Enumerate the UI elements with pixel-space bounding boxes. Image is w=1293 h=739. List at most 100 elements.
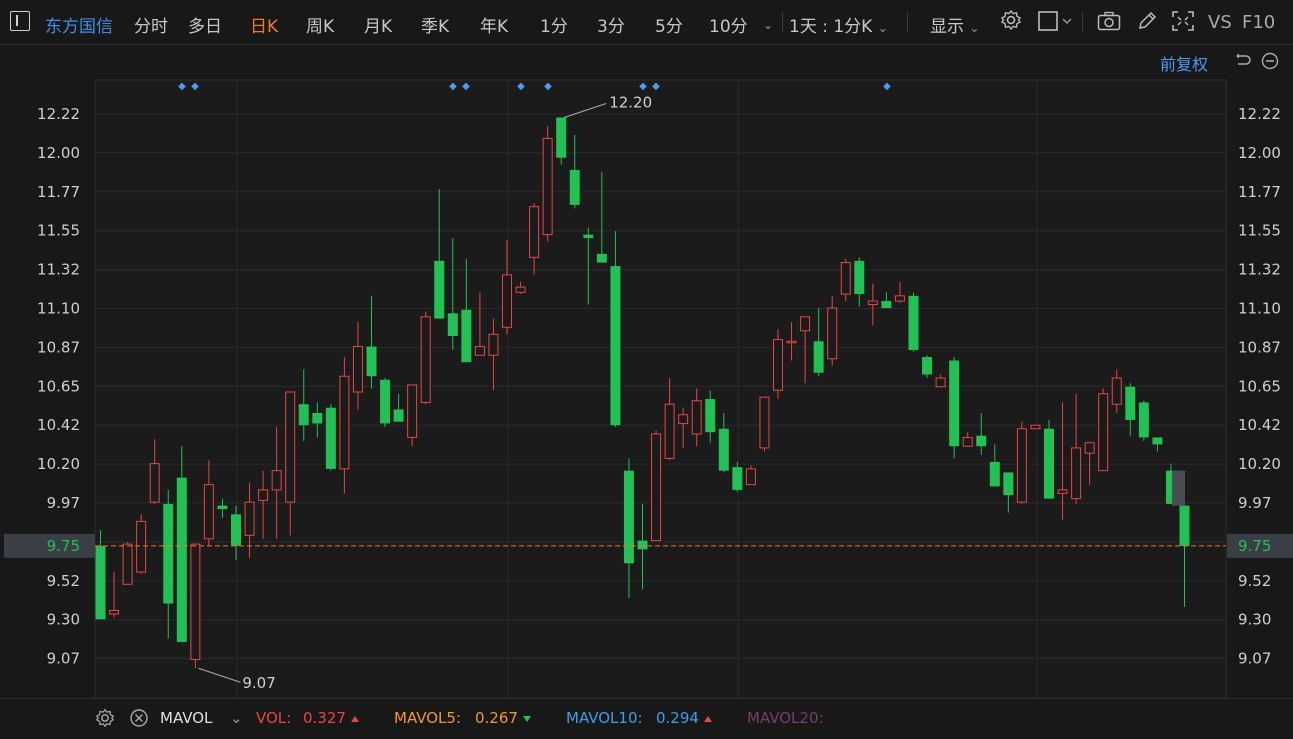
candle-body [1016, 428, 1027, 503]
tab-daily-k[interactable]: 日K [250, 12, 278, 37]
y-tick-label: 9.97 [1238, 494, 1271, 512]
y-tick-label: 10.87 [37, 338, 80, 356]
event-diamond-icon[interactable]: ◆ [517, 81, 525, 92]
fullscreen-icon[interactable] [1172, 11, 1194, 36]
tab-1min[interactable]: 1分 [540, 12, 568, 37]
tab-10min[interactable]: 10分 [709, 12, 748, 37]
tab-yearly-k[interactable]: 年K [480, 12, 508, 37]
candle[interactable] [190, 543, 201, 669]
event-diamond-icon[interactable]: ◆ [639, 81, 647, 92]
vs-compare-button[interactable]: VS [1208, 12, 1232, 33]
candle[interactable] [122, 542, 133, 585]
candle[interactable] [556, 117, 567, 165]
current-price-label: 9.75 [47, 537, 80, 555]
top-toolbar: 东方国信 分时 多日 日K 周K 月K 季K 年K 1分 3分 5分 10分 ⌄… [0, 0, 1293, 45]
candle[interactable] [325, 404, 336, 471]
toolbar-divider [782, 12, 783, 32]
candle[interactable] [1098, 388, 1109, 472]
tab-5min[interactable]: 5分 [655, 12, 683, 37]
tab-fenshi[interactable]: 分时 [134, 12, 168, 37]
chart-style-dropdown[interactable] [1038, 11, 1074, 36]
mavol10-value-text: 0.294 [656, 709, 699, 727]
candle-body [840, 262, 851, 295]
current-price-label: 9.75 [1238, 537, 1271, 555]
candle[interactable] [1138, 400, 1149, 441]
candle[interactable] [759, 396, 770, 452]
mavol10-value: 0.294 [656, 709, 712, 727]
event-diamond-icon[interactable]: ◆ [178, 81, 186, 92]
camera-icon[interactable] [1097, 11, 1121, 36]
candle-body [502, 274, 512, 328]
event-diamond-icon[interactable]: ◆ [462, 81, 470, 92]
event-diamond-icon[interactable]: ◆ [544, 81, 552, 92]
tab-monthly-k[interactable]: 月K [364, 12, 392, 37]
candle-body [745, 468, 756, 486]
event-diamond-icon[interactable]: ◆ [449, 81, 457, 92]
f10-button[interactable]: F10 [1242, 12, 1275, 33]
toolbar-divider [907, 12, 908, 32]
candle-body [271, 470, 282, 491]
close-indicator-icon[interactable] [129, 708, 149, 732]
mavol5-value-text: 0.267 [475, 709, 518, 727]
candle[interactable] [651, 430, 662, 542]
candle-body [420, 316, 431, 403]
candle[interactable] [407, 384, 418, 447]
candle[interactable] [420, 311, 431, 405]
y-tick-label: 11.55 [37, 222, 80, 240]
candle-body [800, 316, 811, 332]
candle-body [976, 435, 987, 447]
display-menu-button[interactable]: 显示 ⌄ [930, 12, 979, 37]
candle-body [1030, 424, 1041, 430]
tab-duori[interactable]: 多日 [188, 12, 222, 37]
down-arrow-icon [522, 715, 531, 722]
tab-quarterly-k[interactable]: 季K [421, 12, 449, 37]
candle[interactable] [1044, 419, 1054, 499]
mavol5-label: MAVOL5: [394, 709, 462, 727]
candle-body [813, 341, 824, 373]
high-annotation-label: 12.20 [609, 93, 652, 111]
indicator-chevron-down-icon[interactable]: ⌄ [230, 709, 243, 727]
event-diamond-icon[interactable]: ◆ [883, 81, 891, 92]
settings-gear-icon[interactable] [1000, 9, 1022, 36]
vol-value-text: 0.327 [303, 709, 346, 727]
candle-body [366, 346, 377, 377]
candle[interactable] [542, 126, 553, 242]
candle-body [380, 379, 391, 424]
candle-body [1003, 472, 1014, 496]
event-diamond-icon[interactable]: ◆ [191, 81, 199, 92]
candle[interactable] [949, 357, 960, 459]
candle[interactable] [136, 514, 147, 574]
candle[interactable] [380, 377, 391, 427]
sidebar-toggle-icon[interactable] [10, 11, 30, 31]
y-tick-label: 9.07 [47, 650, 80, 668]
candle[interactable] [773, 329, 783, 399]
candle-body [827, 307, 838, 360]
y-tick-label: 11.10 [1238, 300, 1281, 318]
stock-name[interactable]: 东方国信 [45, 12, 113, 37]
candle[interactable] [908, 292, 919, 352]
candle-body [122, 543, 133, 585]
indicator-name[interactable]: MAVOL [160, 709, 212, 727]
mavol10-label: MAVOL10: [566, 709, 643, 727]
period-select[interactable]: 1天 : 1分K ⌄ [789, 12, 888, 37]
y-tick-label: 9.52 [1238, 572, 1271, 590]
event-diamond-icon[interactable]: ◆ [652, 81, 660, 92]
candle[interactable] [1016, 421, 1027, 504]
y-tick-label: 10.42 [37, 416, 80, 434]
price-axis-left: 12.22 12.00 11.77 11.55 11.32 11.10 10.87 10.65… [37, 105, 80, 668]
indicator-settings-gear-icon[interactable] [95, 708, 115, 732]
y-tick-label: 11.77 [1238, 183, 1281, 201]
candle-body [867, 300, 878, 306]
y-tick-label: 9.52 [47, 572, 80, 590]
tab-weekly-k[interactable]: 周K [306, 12, 334, 37]
candle-body [339, 375, 350, 470]
candlestick-chart[interactable]: 12.22 12.00 11.77 11.55 11.32 11.10 10.87 10.65… [0, 44, 1293, 698]
tab-3min[interactable]: 3分 [597, 12, 625, 37]
more-periods-chevron-icon[interactable]: ⌄ [763, 14, 773, 34]
y-tick-label: 9.30 [1238, 611, 1271, 629]
candle-body [651, 433, 662, 542]
y-tick-label: 11.55 [1238, 222, 1281, 240]
candle-body [718, 428, 729, 471]
candle-body [596, 253, 607, 263]
draw-pencil-icon[interactable] [1137, 11, 1157, 36]
